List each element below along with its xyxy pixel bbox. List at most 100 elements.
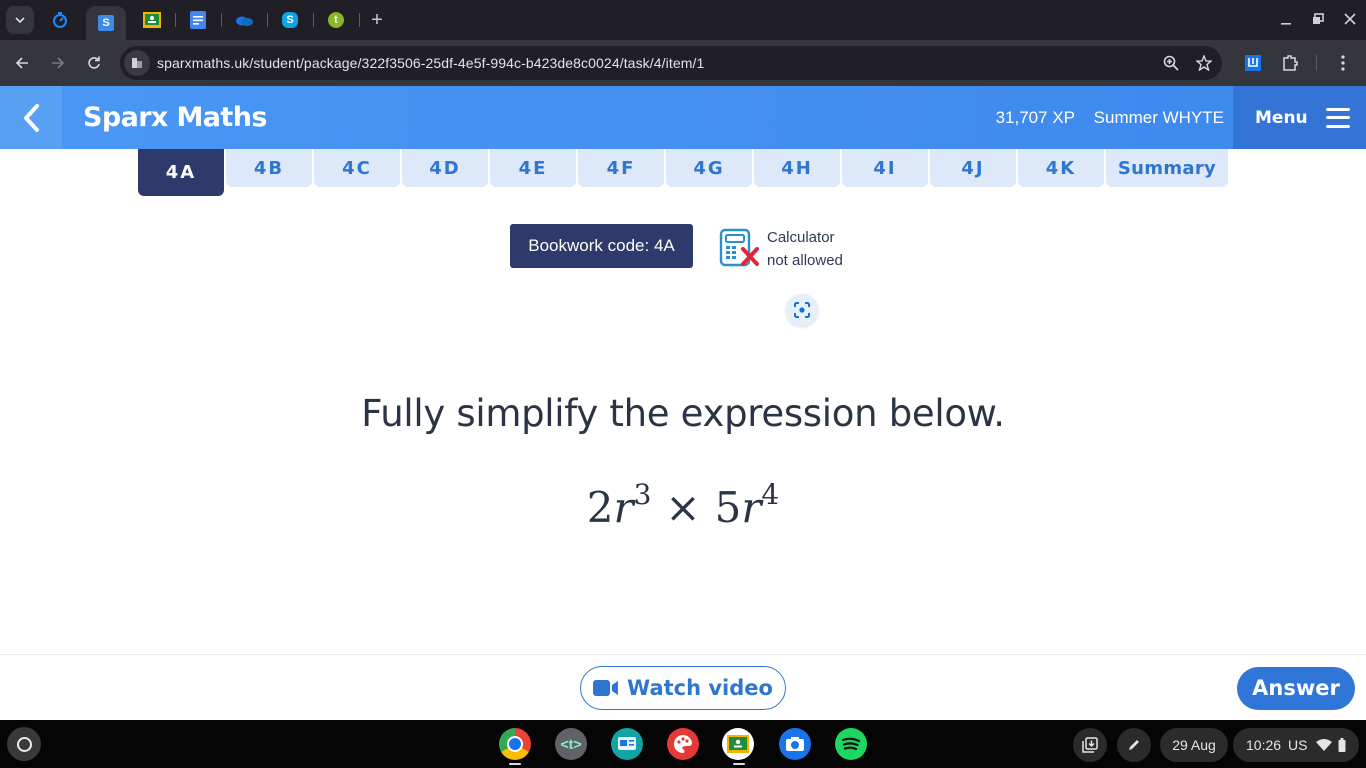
chevron-left-icon [24, 103, 39, 132]
google-classroom-icon [143, 12, 161, 28]
term1-exponent: 3 [633, 478, 652, 511]
task-tab-4k[interactable]: 4K [1018, 149, 1104, 187]
browser-tab-timer[interactable] [37, 0, 83, 40]
back-button[interactable] [0, 86, 62, 149]
browser-tab-tassomai[interactable]: t [313, 0, 359, 40]
site-info-button[interactable] [124, 50, 150, 76]
app-brand: Sparx Maths [83, 102, 267, 133]
extension-app-icon [1245, 55, 1261, 71]
chevron-down-icon [15, 17, 25, 24]
extension-button[interactable] [1243, 53, 1263, 73]
task-tab-4i[interactable]: 4I [842, 149, 928, 187]
shelf-app-classroom[interactable] [722, 728, 754, 760]
times-operator: × [665, 483, 701, 532]
task-tab-4e[interactable]: 4E [490, 149, 576, 187]
browser-menu-button[interactable] [1333, 53, 1353, 73]
os-shelf: <t> 29 Aug 10:26 US [0, 720, 1366, 768]
footer-divider [0, 654, 1366, 655]
browser-tab-skype[interactable]: S [267, 0, 313, 40]
hamburger-icon [1325, 107, 1350, 128]
restore-button[interactable] [1306, 8, 1330, 30]
term2-variable: r [741, 483, 762, 532]
reload-icon [88, 56, 100, 69]
reload-button[interactable] [82, 51, 106, 75]
bookmark-button[interactable] [1194, 53, 1214, 73]
calculator-status: Calculator not allowed [719, 226, 859, 270]
browser-tab-docs[interactable] [175, 0, 221, 40]
site-info-icon [132, 58, 142, 68]
running-indicator [509, 763, 521, 765]
browser-toolbar: sparxmaths.uk/student/package/322f3506-2… [0, 40, 1366, 86]
address-bar[interactable]: sparxmaths.uk/student/package/322f3506-2… [120, 46, 1222, 80]
minimize-icon [1281, 23, 1291, 25]
task-tab-4f[interactable]: 4F [578, 149, 664, 187]
browser-tab-classroom[interactable] [129, 0, 175, 40]
battery-icon [1338, 738, 1345, 752]
calculator-line-1: Calculator [767, 229, 835, 246]
forward-nav-button[interactable] [46, 51, 70, 75]
holding-space-button[interactable] [1073, 728, 1107, 762]
task-tabs: 4A 4B 4C 4D 4E 4F 4G 4H 4I 4J 4K Summary [138, 149, 1230, 197]
shelf-app-spotify[interactable] [835, 728, 867, 760]
menu-label: Menu [1255, 107, 1308, 128]
input-locale: US [1288, 737, 1308, 753]
task-tab-4c[interactable]: 4C [314, 149, 400, 187]
text-editor-icon: <t> [560, 736, 582, 752]
back-nav-button[interactable] [10, 51, 34, 75]
chrome-icon [507, 736, 523, 752]
term1-coefficient: 2 [586, 483, 614, 532]
sparx-s-icon: S [98, 15, 114, 31]
task-tab-4b[interactable]: 4B [226, 149, 312, 187]
date-button[interactable]: 29 Aug [1160, 728, 1228, 762]
clock-text: 10:26 [1246, 737, 1282, 753]
shelf-app-camera[interactable] [779, 728, 811, 760]
watch-video-button[interactable]: Watch video [580, 666, 786, 710]
bookwork-code-badge: Bookwork code: 4A [510, 224, 693, 268]
term2-coefficient: 5 [714, 483, 742, 532]
new-tab-button[interactable]: + [366, 8, 388, 32]
browser-tab-sparx[interactable]: S [86, 6, 126, 40]
task-tab-4a[interactable]: 4A [138, 149, 224, 196]
star-icon [1196, 55, 1212, 71]
tab-search-button[interactable] [6, 6, 34, 34]
holding-space-icon [1082, 737, 1098, 753]
tab-separator [359, 13, 360, 27]
stylus-tools-button[interactable] [1117, 728, 1151, 762]
task-tab-4j[interactable]: 4J [930, 149, 1016, 187]
task-tab-4h[interactable]: 4H [754, 149, 840, 187]
zoom-indicator-button[interactable] [1161, 53, 1181, 73]
shelf-app-news[interactable] [611, 728, 643, 760]
menu-button[interactable]: Menu [1233, 86, 1366, 149]
task-tab-summary[interactable]: Summary [1106, 149, 1228, 187]
puzzle-icon [1283, 55, 1298, 71]
shelf-app-text-editor[interactable]: <t> [555, 728, 587, 760]
date-text: 29 Aug [1172, 737, 1216, 753]
question-prompt: Fully simplify the expression below. [361, 392, 1005, 435]
shelf-app-chrome[interactable] [499, 728, 531, 760]
arrow-right-icon [52, 57, 65, 69]
zoom-in-icon [1163, 55, 1179, 71]
browser-tab-onedrive[interactable] [221, 0, 267, 40]
toolbar-separator [1316, 55, 1317, 71]
stopwatch-icon [53, 12, 67, 28]
extensions-menu-button[interactable] [1280, 53, 1300, 73]
news-card-icon [618, 737, 636, 750]
task-tab-4g[interactable]: 4G [666, 149, 752, 187]
close-icon [1344, 13, 1356, 25]
shelf-app-paint[interactable] [667, 728, 699, 760]
term2-exponent: 4 [761, 478, 780, 511]
arrow-left-icon [15, 57, 28, 69]
user-name: Summer WHYTE [1093, 108, 1224, 127]
launcher-button[interactable] [7, 727, 41, 761]
url-text[interactable]: sparxmaths.uk/student/package/322f3506-2… [157, 46, 704, 80]
palette-icon [674, 734, 692, 753]
calculator-line-2: not allowed [767, 252, 843, 269]
screenshot-button[interactable] [786, 294, 818, 326]
screenshot-capture-icon [794, 302, 810, 318]
task-tab-4d[interactable]: 4D [402, 149, 488, 187]
minimize-button[interactable] [1274, 8, 1298, 30]
close-window-button[interactable] [1338, 8, 1362, 30]
answer-button[interactable]: Answer [1237, 667, 1355, 710]
status-area-button[interactable]: 10:26 US [1233, 728, 1359, 762]
onedrive-icon [236, 16, 253, 26]
